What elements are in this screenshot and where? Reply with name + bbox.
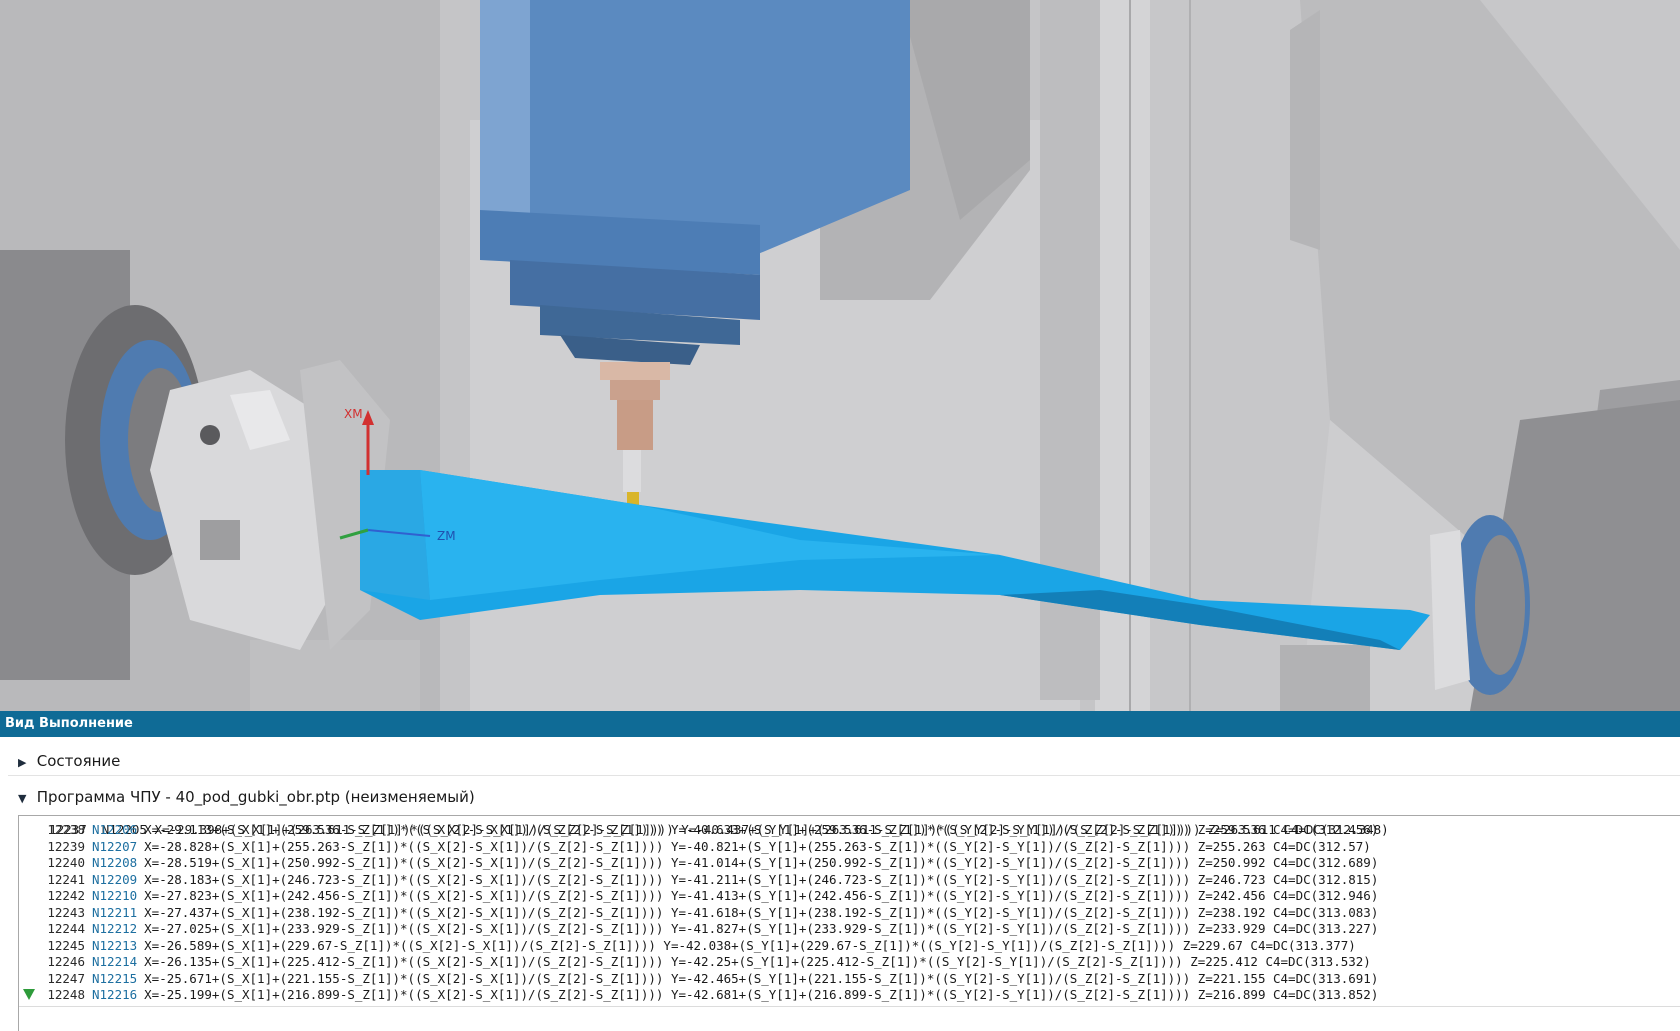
code-line[interactable]: 12241 N12209 X=-28.183+(S_X[1]+(246.723-S_…	[19, 872, 1378, 888]
code-line[interactable]: 12243 N12211 X=-27.437+(S_X[1]+(238.192-S_…	[19, 905, 1378, 921]
line-number: 12244	[47, 921, 85, 936]
line-number: 12239	[47, 838, 85, 854]
divider	[19, 1006, 1680, 1007]
block-number: N12206	[92, 822, 138, 837]
block-number: N12214	[92, 954, 138, 969]
code-text: X=-25.671+(S_X[1]+(221.155-S_Z[1])*((S_X…	[144, 970, 1379, 986]
code-text: X=-27.437+(S_X[1]+(238.192-S_Z[1])*((S_X…	[144, 904, 1379, 920]
section-state-label: Состояние	[36, 752, 121, 770]
code-line[interactable]: 12245 N12213 X=-26.589+(S_X[1]+(229.67-S_Z…	[19, 937, 1356, 954]
code-text: X=-25.199+(S_X[1]+(216.899-S_Z[1])*((S_X…	[144, 987, 1379, 1002]
code-text: X=-28.519+(S_X[1]+(250.992-S_Z[1])*((S_X…	[144, 855, 1379, 870]
tool-holder	[600, 362, 670, 380]
code-text: X=-27.025+(S_X[1]+(233.929-S_Z[1])*((S_X…	[144, 921, 1379, 936]
code-line[interactable]: 12242 N12210 X=-27.823+(S_X[1]+(242.456-S_…	[19, 888, 1378, 904]
block-number: N12213	[92, 937, 138, 953]
code-line[interactable]: 12244 N12212 X=-27.025+(S_X[1]+(233.929-S_…	[19, 921, 1378, 937]
line-number: 12243	[47, 904, 85, 920]
block-number: N12210	[92, 888, 138, 903]
block-number: N12215	[92, 970, 138, 986]
cutting-tool	[623, 450, 641, 492]
block-number: N12216	[92, 987, 138, 1002]
line-number: 12245	[47, 937, 85, 953]
section-program-label: Программа ЧПУ - 40_pod_gubki_obr.ptp (не…	[36, 788, 475, 806]
chevron-down-icon: ▼	[18, 792, 27, 805]
panel-title: Вид Выполнение	[5, 716, 133, 731]
code-text: X=-28.183+(S_X[1]+(246.723-S_Z[1])*((S_X…	[144, 871, 1379, 887]
line-number: 12246	[47, 954, 85, 969]
code-text: X=-27.823+(S_X[1]+(242.456-S_Z[1])*((S_X…	[144, 888, 1379, 903]
line-number: 12242	[47, 888, 85, 903]
code-line[interactable]: 12240 N12208 X=-28.519+(S_X[1]+(250.992-S_…	[19, 855, 1378, 871]
block-number: N12209	[92, 871, 138, 887]
code-line[interactable]: 12239 N12207 X=-28.828+(S_X[1]+(255.263-S_…	[19, 838, 1371, 855]
nc-program-listing[interactable]: 12237 N12205 X=-29.398+(S_X[1]+(263.611-…	[18, 815, 1680, 1031]
zm-axis-label: ZM	[437, 529, 456, 543]
block-number: N12208	[92, 855, 138, 870]
section-state-toggle[interactable]: ▶ Состояние	[0, 745, 1680, 778]
code-text: X=-26.135+(S_X[1]+(225.412-S_Z[1])*((S_X…	[144, 954, 1371, 969]
block-number: N12211	[92, 904, 138, 920]
code-line[interactable]: 12246 N12214 X=-26.135+(S_X[1]+(225.412-S_…	[19, 954, 1371, 970]
current-line-marker-icon	[23, 989, 35, 1000]
code-line[interactable]: 12247 N12215 X=-25.671+(S_X[1]+(221.155-S_…	[19, 971, 1378, 987]
code-line-partial: 12237 N12205 X=-29.398+(S_X[1]+(263.611-…	[49, 822, 1389, 837]
divider	[8, 775, 1680, 776]
line-number: 12238	[47, 822, 85, 837]
line-number: 12247	[47, 970, 85, 986]
code-text: X=-29.113+(S_X[1]+(259.536-S_Z[1])*((S_X…	[144, 822, 1379, 837]
block-number: N12212	[92, 921, 138, 936]
code-text: X=-26.589+(S_X[1]+(229.67-S_Z[1])*((S_X[…	[144, 937, 1356, 953]
block-number: N12207	[92, 838, 138, 854]
machine-3d-viewport[interactable]: XM ZM	[0, 0, 1680, 711]
execution-view-header: Вид Выполнение	[0, 711, 1680, 737]
code-line[interactable]: 12248 N12216 X=-25.199+(S_X[1]+(216.899-S_…	[19, 987, 1378, 1003]
line-number: 12241	[47, 871, 85, 887]
line-number: 12240	[47, 855, 85, 870]
xm-axis-label: XM	[344, 407, 363, 421]
section-program-toggle[interactable]: ▼ Программа ЧПУ - 40_pod_gubki_obr.ptp (…	[0, 781, 1680, 814]
code-line[interactable]: 12238 N12206 X=-29.113+(S_X[1]+(259.536-S_…	[19, 822, 1378, 838]
code-text: X=-28.828+(S_X[1]+(255.263-S_Z[1])*((S_X…	[144, 838, 1371, 854]
machine-scene: XM ZM	[0, 0, 1680, 711]
